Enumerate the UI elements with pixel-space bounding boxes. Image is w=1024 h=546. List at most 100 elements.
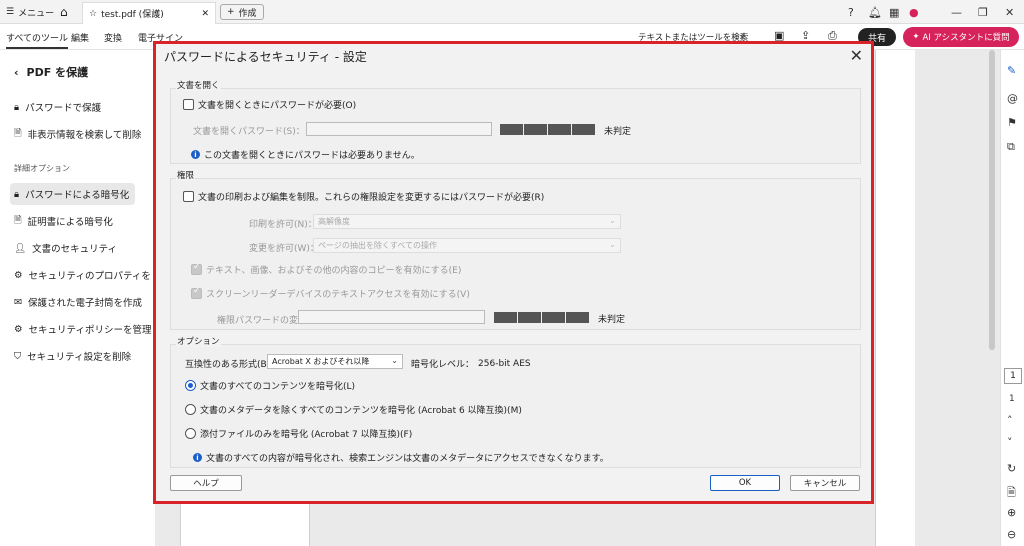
panel-title: ‹ PDF を保護	[14, 64, 88, 80]
ai-assistant-button[interactable]: ✦ AI アシスタントに質問	[903, 27, 1019, 47]
copy-enable-checkbox[interactable]	[191, 262, 202, 275]
zoom-out-icon[interactable]: ⊖	[1007, 528, 1016, 541]
sidebar-item-remove-security[interactable]: ⛉ セキュリティ設定を削除	[14, 345, 131, 367]
sidebar-item-redact-hidden[interactable]: 🗎 非表示情報を検索して削除	[14, 123, 141, 145]
restrict-option[interactable]: 文書の印刷および編集を制限。これらの権限設定を変更するにはパスワードが必要(R)	[183, 190, 544, 203]
sidebar-item-password-protect[interactable]: 🔒︎ パスワードで保護	[14, 96, 101, 118]
minimize-icon[interactable]: —	[951, 4, 962, 20]
menu-button[interactable]: ☰ メニュー	[6, 4, 54, 20]
print-allow-select[interactable]: 高解像度 ⌄	[313, 214, 621, 229]
copy-enable-option[interactable]: テキスト、画像、およびその他の内容のコピーを有効にする(E)	[191, 262, 461, 276]
chevron-down-icon: ⌄	[391, 356, 398, 365]
open-password-strength-text: 未判定	[604, 127, 632, 137]
group-label-open: 文書を開く	[176, 79, 221, 91]
close-icon[interactable]: ✕	[850, 46, 863, 65]
sidebar-item-doc-security[interactable]: 👤︎ 文書のセキュリティ	[14, 237, 117, 259]
print-allow-label: 印刷を許可(N)：	[249, 220, 317, 230]
open-password-label: 文書を開くパスワード(S)：	[193, 127, 305, 137]
shield-remove-icon: ⛉	[14, 350, 22, 362]
radio-encrypt-attachments[interactable]: 添付ファイルのみを暗号化 (Acrobat 7 以降互換)(F)	[185, 427, 412, 440]
back-chevron-icon[interactable]: ‹	[14, 66, 19, 79]
open-password-input[interactable]	[306, 122, 492, 136]
avatar[interactable]: ●	[909, 4, 919, 20]
zoom-in-icon[interactable]: ⊕	[1007, 506, 1016, 519]
require-open-password-option[interactable]: 文書を開くときにパスワードが必要(O)	[183, 98, 356, 111]
sidebar-item-secure-envelope[interactable]: ✉ 保護された電子封筒を作成	[14, 291, 142, 313]
group-label-options: オプション	[176, 335, 221, 347]
group-options: オプション 互換性のある形式(B)： Acrobat X およびそれ以降 ⌄ 暗号…	[170, 335, 861, 468]
menu-label: メニュー	[18, 8, 55, 19]
screenreader-enable-checkbox[interactable]	[191, 286, 202, 299]
chevron-up-icon[interactable]: ˄	[1007, 414, 1013, 427]
open-info-row: i この文書を開くときにパスワードは必要ありません。	[191, 148, 420, 161]
require-open-password-checkbox[interactable]	[183, 99, 194, 110]
sidebar-item-security-props[interactable]: ⚙ セキュリティのプロパティを	[14, 264, 151, 286]
group-open-document: 文書を開く 文書を開くときにパスワードが必要(O) 文書を開くパスワード(S)：…	[170, 79, 861, 164]
section-label-advanced: 詳細オプション	[14, 164, 70, 173]
perm-password-input[interactable]	[298, 310, 485, 324]
compat-label: 互換性のある形式(B)：	[185, 360, 280, 370]
sparkle-icon: ✦	[912, 32, 920, 42]
password-security-dialog: パスワードによるセキュリティ - 設定 ✕ 文書を開く 文書を開くときにパスワー…	[153, 41, 874, 504]
tab-title: test.pdf (保護)	[101, 10, 164, 20]
close-window-icon[interactable]: ✕	[1005, 4, 1014, 20]
tab-edit[interactable]: 編集	[71, 31, 89, 44]
plus-icon: +	[227, 7, 235, 17]
help-button[interactable]: ヘルプ	[170, 475, 242, 491]
tab-convert[interactable]: 変換	[104, 31, 122, 44]
radio-encrypt-attachments-button[interactable]	[185, 428, 196, 439]
page-view-icon[interactable]: 🗎	[1007, 484, 1016, 503]
title-bar: ☰ メニュー ⌂ ☆ test.pdf (保護) ✕ + 作成 ? 🔔︎ ▦ ●…	[0, 0, 1024, 24]
compat-select[interactable]: Acrobat X およびそれ以降 ⌄	[267, 354, 403, 369]
user-shield-icon: 👤︎	[14, 242, 27, 254]
new-tab-button[interactable]: + 作成	[220, 4, 264, 20]
info-icon: i	[191, 150, 200, 159]
restore-icon[interactable]: ❐	[978, 4, 988, 20]
rotate-icon[interactable]: ↻	[1007, 462, 1016, 475]
sidebar-item-password-encrypt[interactable]: 🔒︎ パスワードによる暗号化	[10, 183, 136, 205]
screenreader-enable-option[interactable]: スクリーンリーダーデバイスのテキストアクセスを有効にする(V)	[191, 286, 470, 300]
bookmark-icon[interactable]: ⚑	[1007, 116, 1017, 129]
open-password-strength-meter	[500, 124, 595, 135]
restrict-checkbox[interactable]	[183, 191, 194, 202]
new-tab-label: 作成	[238, 8, 257, 19]
chevron-down-icon[interactable]: ˅	[1007, 436, 1013, 449]
certificate-icon: 🗎	[14, 215, 22, 226]
sidebar-item-security-policy[interactable]: ⚙ セキュリティポリシーを管理	[14, 318, 151, 340]
copy-pages-icon[interactable]: ⧉	[1007, 140, 1015, 154]
lock-icon: 🔒︎	[14, 101, 20, 113]
policy-gear-icon: ⚙	[14, 323, 23, 335]
info-icon: i	[193, 453, 202, 462]
home-icon[interactable]: ⌂	[60, 4, 68, 20]
change-allow-select[interactable]: ページの抽出を除くすべての操作 ⌄	[313, 238, 621, 253]
gear-icon: ⚙	[14, 269, 23, 281]
left-panel: ‹ PDF を保護 🔒︎ パスワードで保護 🗎 非表示情報を検索して削除 詳細オプシ…	[0, 50, 155, 546]
radio-encrypt-all[interactable]: 文書のすべてのコンテンツを暗号化(L)	[185, 379, 355, 392]
radio-encrypt-except-metadata-button[interactable]	[185, 404, 196, 415]
lock-icon: 🔒︎	[14, 188, 20, 200]
radio-encrypt-except-metadata[interactable]: 文書のメタデータを除くすべてのコンテンツを暗号化 (Acrobat 6 以降互換…	[185, 403, 522, 416]
options-info-row: i 文書のすべての内容が暗号化され、検索エンジンは文書のメタデータにアクセスでき…	[193, 451, 609, 464]
tab-all-tools[interactable]: すべてのツール	[6, 31, 69, 49]
cancel-button[interactable]: キャンセル	[790, 475, 860, 491]
help-icon[interactable]: ?	[848, 4, 854, 20]
chevron-down-icon: ⌄	[609, 216, 616, 225]
apps-grid-icon[interactable]: ▦	[889, 4, 899, 20]
vertical-scrollbar[interactable]	[989, 50, 995, 350]
close-tab-icon[interactable]: ✕	[201, 9, 209, 19]
bell-icon[interactable]: 🔔︎	[868, 4, 882, 20]
document-page-edge	[875, 50, 915, 546]
group-permissions: 権限 文書の印刷および編集を制限。これらの権限設定を変更するにはパスワードが必要…	[170, 169, 861, 330]
sidebar-item-cert-encrypt[interactable]: 🗎 証明書による暗号化	[14, 210, 113, 232]
tab-document[interactable]: ☆ test.pdf (保護) ✕	[82, 2, 216, 24]
right-rail: ✎ @ ⚑ ⧉ 1 1 ˄ ˅ ↻ 🗎 ⊕ ⊖	[1000, 50, 1024, 546]
group-label-permissions: 権限	[176, 169, 196, 181]
at-mention-icon[interactable]: @	[1007, 92, 1018, 105]
change-allow-label: 変更を許可(W)：	[249, 244, 319, 254]
page-number-input[interactable]: 1	[1004, 368, 1022, 384]
ok-button[interactable]: OK	[710, 475, 780, 491]
radio-encrypt-all-button[interactable]	[185, 380, 196, 391]
edit-comment-icon[interactable]: ✎	[1007, 64, 1016, 77]
envelope-icon: ✉	[14, 296, 22, 308]
star-icon[interactable]: ☆	[89, 9, 97, 19]
